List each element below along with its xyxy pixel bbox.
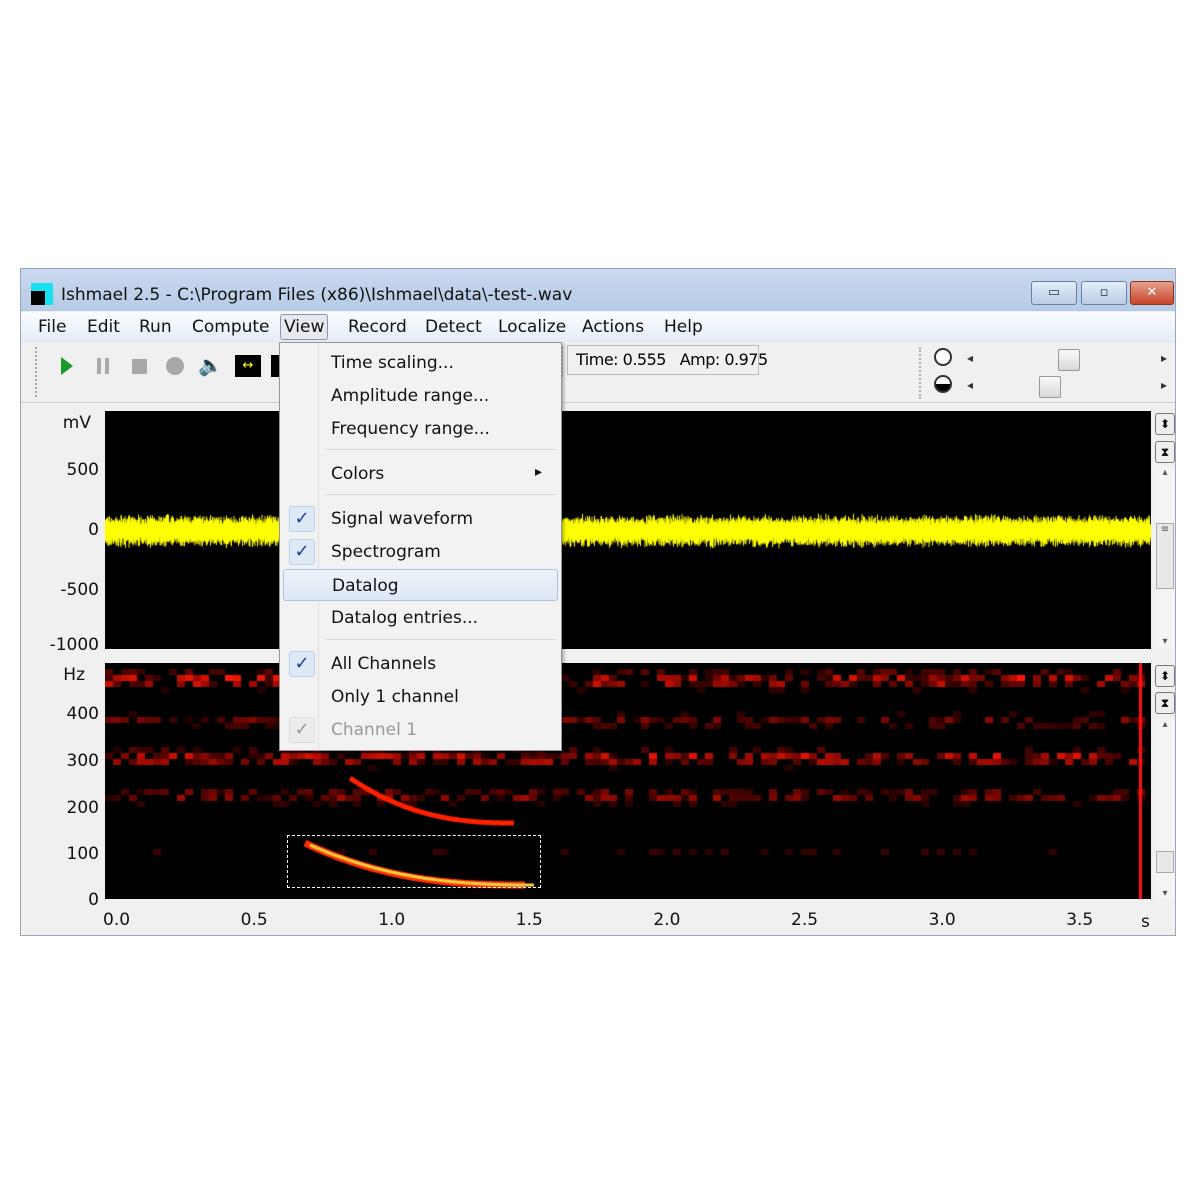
stop-icon[interactable]	[132, 359, 147, 374]
menu-item-label: Amplitude range...	[331, 386, 490, 406]
submenu-arrow-icon: ▸	[535, 464, 543, 480]
app-window: Ishmael 2.5 - C:\Program Files (x86)\Ish…	[20, 268, 1176, 936]
menu-item-label: Frequency range...	[331, 419, 490, 439]
waveform-unit-label: mV	[62, 413, 91, 433]
menu-item-time-scaling[interactable]: Time scaling...	[283, 347, 558, 379]
spectrogram-plot[interactable]	[105, 663, 1151, 899]
menu-item-datalog[interactable]: Datalog	[283, 569, 558, 601]
pause-icon[interactable]	[97, 358, 109, 374]
xaxis-tick: 1.0	[378, 910, 406, 930]
xaxis-unit-label: s	[1141, 912, 1150, 932]
selection-box[interactable]	[287, 835, 541, 888]
menu-item-frequency-range[interactable]: Frequency range...	[283, 413, 558, 445]
menu-file[interactable]: File	[35, 317, 69, 337]
minimize-button[interactable]: ▭	[1031, 281, 1077, 305]
menu-item-datalog-entries[interactable]: Datalog entries...	[283, 602, 558, 634]
checkmark-icon: ✓	[289, 539, 315, 565]
menu-item-spectrogram[interactable]: ✓ Spectrogram	[283, 536, 558, 568]
menu-item-signal-waveform[interactable]: ✓ Signal waveform	[283, 503, 558, 535]
spectrogram-zoom-in-button[interactable]: ⬍	[1155, 665, 1175, 687]
menu-localize[interactable]: Localize	[495, 317, 569, 337]
xaxis-tick: 2.0	[653, 910, 681, 930]
menu-run[interactable]: Run	[136, 317, 175, 337]
menu-item-label: Spectrogram	[331, 542, 441, 562]
menu-item-label: Only 1 channel	[331, 687, 459, 707]
record-icon[interactable]	[166, 357, 184, 375]
menu-edit[interactable]: Edit	[84, 317, 123, 337]
waveform-ytick: 500	[66, 460, 99, 480]
menu-view[interactable]: View	[280, 314, 329, 340]
spectrogram-ytick: 400	[66, 704, 99, 724]
menu-record[interactable]: Record	[345, 317, 410, 337]
menu-compute[interactable]: Compute	[189, 317, 273, 337]
waveform-zoom-in-button[interactable]: ⬍	[1155, 413, 1175, 435]
menu-item-label: Signal waveform	[331, 509, 474, 529]
waveform-ytick: 0	[88, 520, 99, 540]
xaxis-tick: 0.0	[103, 910, 131, 930]
spectrogram-ytick: 200	[66, 798, 99, 818]
waveform-ytick: -500	[60, 580, 99, 600]
menu-bar: File Edit Run Compute View Record Detect…	[21, 312, 1175, 342]
speaker-icon[interactable]: 🔈	[198, 353, 223, 377]
play-icon[interactable]	[61, 357, 73, 375]
xaxis-tick: 1.5	[515, 910, 543, 930]
checkmark-icon: ✓	[289, 651, 315, 677]
menu-item-only-1-channel[interactable]: Only 1 channel	[283, 681, 558, 713]
zoom-horizontal-icon[interactable]: ↔	[235, 355, 261, 377]
window-title: Ishmael 2.5 - C:\Program Files (x86)\Ish…	[61, 285, 573, 305]
waveform-ytick: -1000	[49, 635, 99, 655]
contrast-slider[interactable]: ◂ ▸	[961, 374, 1171, 398]
menu-item-label: Channel 1	[331, 720, 418, 740]
xaxis-tick: 2.5	[791, 910, 819, 930]
menu-item-channel-1: ✓ Channel 1	[283, 714, 558, 746]
toolbar: 🔈 ↔ Time: 0.555 Amp: 0.975 ◂ ▸ ◂ ▸	[21, 343, 1175, 403]
checkmark-icon: ✓	[289, 506, 315, 532]
contrast-icon	[934, 375, 952, 393]
waveform-scrollbar[interactable]: ▴ ≡ ▾	[1155, 467, 1175, 647]
maximize-button[interactable]: ▫	[1081, 281, 1127, 305]
waveform-zoom-out-button[interactable]: ⧗	[1155, 441, 1175, 463]
xaxis-tick: 3.0	[928, 910, 956, 930]
menu-detect[interactable]: Detect	[422, 317, 485, 337]
app-icon	[31, 283, 53, 305]
menu-item-label: Datalog entries...	[331, 608, 479, 628]
menu-item-label: Time scaling...	[331, 353, 454, 373]
spectrogram-scrollbar[interactable]: ▴ ▾	[1155, 719, 1175, 899]
checkmark-icon: ✓	[289, 717, 315, 743]
menu-item-label: All Channels	[331, 654, 437, 674]
title-bar: Ishmael 2.5 - C:\Program Files (x86)\Ish…	[21, 269, 1175, 311]
spectrogram-unit-label: Hz	[63, 665, 85, 685]
xaxis-tick: 3.5	[1066, 910, 1094, 930]
waveform-plot[interactable]	[105, 411, 1151, 649]
xaxis-tick: 0.5	[240, 910, 268, 930]
menu-actions[interactable]: Actions	[579, 317, 647, 337]
menu-item-label: Colors	[331, 464, 385, 484]
spectrogram-ytick: 0	[88, 890, 99, 910]
menu-item-colors[interactable]: Colors ▸	[283, 458, 558, 490]
spectrogram-zoom-out-button[interactable]: ⧗	[1155, 692, 1175, 714]
time-amp-readout: Time: 0.555 Amp: 0.975	[567, 345, 768, 375]
menu-item-all-channels[interactable]: ✓ All Channels	[283, 648, 558, 680]
brightness-icon	[934, 348, 952, 366]
brightness-slider[interactable]: ◂ ▸	[961, 347, 1171, 371]
close-button[interactable]: ✕	[1130, 281, 1174, 305]
menu-item-label: Datalog	[332, 576, 399, 596]
spectrogram-ytick: 300	[66, 751, 99, 771]
menu-item-amplitude-range[interactable]: Amplitude range...	[283, 380, 558, 412]
spectrogram-ytick: 100	[66, 844, 99, 864]
menu-help[interactable]: Help	[661, 317, 706, 337]
view-menu-dropdown: Time scaling... Amplitude range... Frequen…	[279, 342, 562, 751]
